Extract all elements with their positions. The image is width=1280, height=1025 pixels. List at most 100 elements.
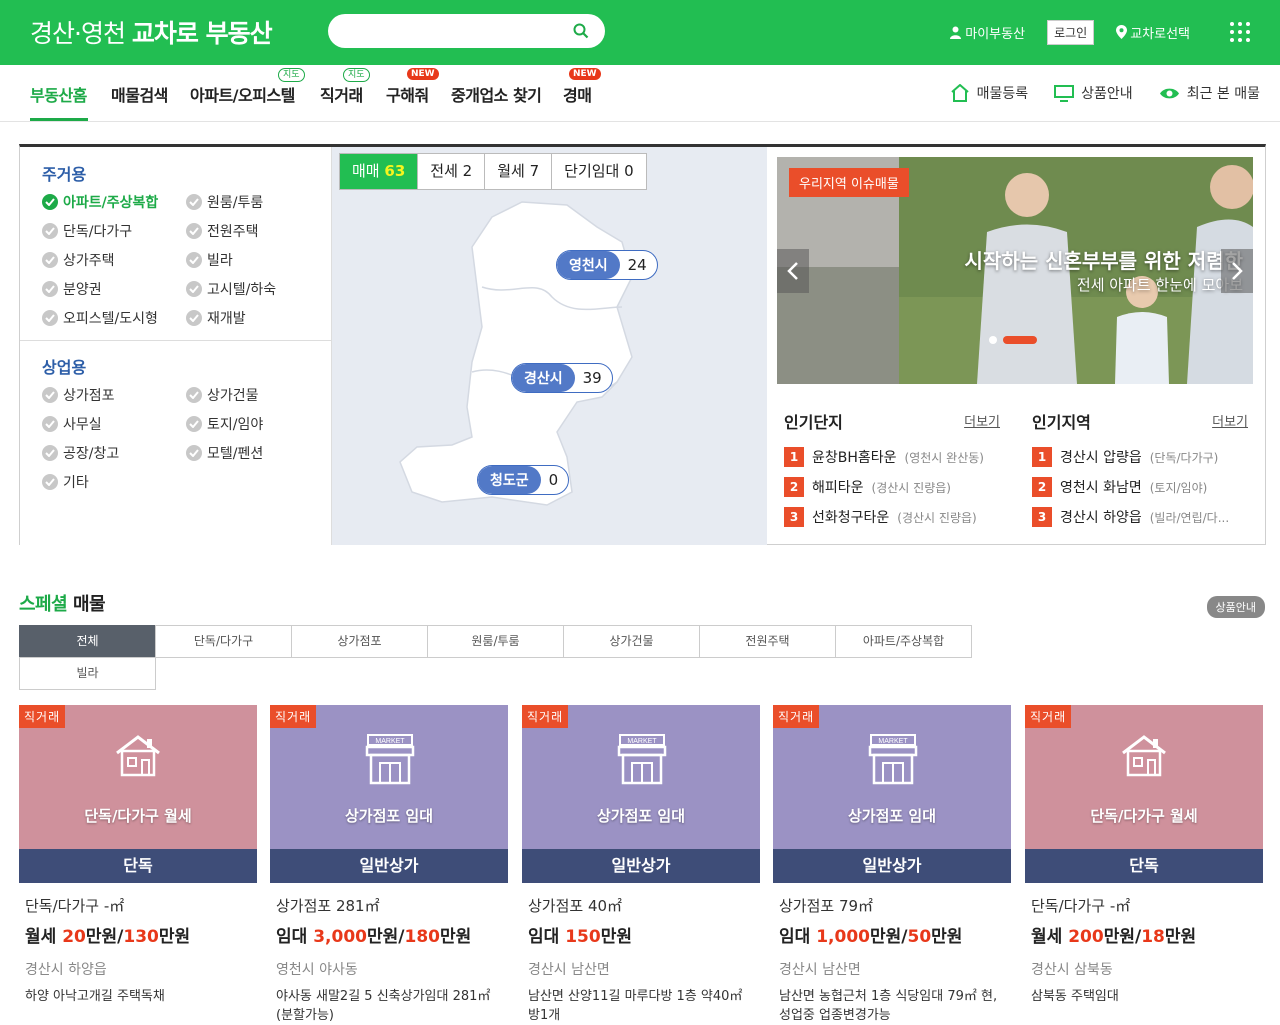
nav-apartment-officetel[interactable]: 아파트/오피스텔 [190, 82, 295, 106]
map-pin-cheongdo[interactable]: 청도군 0 [477, 465, 570, 495]
region-select-link[interactable]: 교차로선택 [1116, 23, 1190, 42]
popular-complex-item[interactable]: 1 윤창BH홈타운 (영천시 완산동) [784, 447, 984, 467]
listing-description[interactable]: 남산면 산양11길 마루다방 1층 약40㎡ 방1개 [528, 987, 754, 1025]
issue-banner[interactable]: 우리지역 이슈매물 시작하는 신혼부부를 위한 저렴한 전세 아파트 한눈에 모… [777, 157, 1253, 384]
check-icon [42, 223, 58, 239]
tab-monthly[interactable]: 월세 7 [485, 154, 553, 189]
listing-card[interactable]: 직거래 MARKET 상가점포 임대 일반상가 상가점포 40㎡ 임대 150만… [522, 705, 760, 1025]
listing-category-bar: 단독 [1025, 849, 1263, 883]
listing-card[interactable]: 직거래 MARKET 상가점포 임대 일반상가 상가점포 281㎡ 임대 3,0… [270, 705, 508, 1025]
popular-region-item[interactable]: 2 영천시 화남면 (토지/임야) [1032, 477, 1207, 497]
tab-sale[interactable]: 매매 63 [340, 154, 419, 189]
nav-direct-deal[interactable]: 직거래 [320, 82, 363, 106]
listing-image[interactable]: 직거래 MARKET 상가점포 임대 일반상가 [773, 705, 1011, 883]
tab-short-term[interactable]: 단기임대 0 [552, 154, 646, 189]
cat-shop[interactable]: 상가점포 [42, 385, 115, 405]
cat-motel[interactable]: 모텔/펜션 [186, 443, 263, 463]
main-nav: 부동산홈 매물검색 아파트/오피스텔 지도 직거래 지도 구해줘 NEW 중개업… [0, 65, 1280, 122]
product-info-button[interactable]: 상품안내 [1206, 596, 1265, 618]
listing-category-bar: 일반상가 [270, 849, 508, 883]
svg-text:MARKET: MARKET [627, 738, 657, 745]
all-menu-icon[interactable] [1230, 22, 1250, 42]
listing-image[interactable]: 직거래 MARKET 상가점포 임대 일반상가 [270, 705, 508, 883]
nav-find-agency[interactable]: 중개업소 찾기 [451, 82, 542, 106]
cat-detached[interactable]: 단독/다가구 [42, 221, 132, 241]
filter-oneroom[interactable]: 원룸/투룸 [427, 625, 564, 658]
slide-dot[interactable] [989, 336, 997, 344]
listing-card[interactable]: 직거래 MARKET 상가점포 임대 일반상가 상가점포 79㎡ 임대 1,00… [773, 705, 1011, 1025]
product-info-link[interactable]: 상품안내 [1054, 83, 1133, 103]
cat-office[interactable]: 사무실 [42, 414, 102, 434]
tab-jeonse[interactable]: 전세 2 [418, 154, 486, 189]
my-realty-link[interactable]: 마이부동산 [949, 23, 1025, 42]
site-logo[interactable]: 경산·영천 교차로 부동산 [30, 14, 273, 50]
monitor-icon [1054, 84, 1075, 102]
prev-arrow-icon[interactable] [777, 249, 809, 293]
listing-region: 경산시 남산면 [528, 962, 610, 978]
direct-deal-tag: 직거래 [270, 705, 317, 728]
listing-description[interactable]: 남산면 농협근처 1층 식당임대 79㎡ 현,성업중 업종변경가능 [779, 987, 1005, 1025]
listing-price[interactable]: 임대 1,000만원/50만원 [779, 922, 1005, 947]
residential-title: 주거용 [42, 165, 87, 184]
next-arrow-icon[interactable] [1221, 249, 1253, 293]
cat-villa[interactable]: 빌라 [186, 250, 233, 270]
popular-region-item[interactable]: 3 경산시 하양읍 (빌라/연립/다... [1032, 507, 1229, 527]
check-icon [42, 310, 58, 326]
popular-region-item[interactable]: 1 경산시 압량읍 (단독/다가구) [1032, 447, 1218, 467]
search-icon[interactable] [573, 23, 589, 39]
cat-presale[interactable]: 분양권 [42, 279, 102, 299]
listing-image[interactable]: 직거래 MARKET 상가점포 임대 일반상가 [522, 705, 760, 883]
nav-auction[interactable]: 경매 [563, 82, 592, 106]
popular-complex: 인기단지 더보기 1 윤창BH홈타운 (영천시 완산동) 2 해피타운 (경산시 진량읍… [784, 409, 1014, 527]
listing-price[interactable]: 임대 3,000만원/180만원 [276, 922, 502, 947]
filter-commercial-building[interactable]: 상가건물 [563, 625, 700, 658]
cat-officetel[interactable]: 오피스텔/도시형 [42, 308, 158, 328]
listing-card[interactable]: 직거래 단독/다가구 월세 단독 단독/다가구 -㎡ 월세 200만원/18만원… [1025, 705, 1263, 1006]
filter-country-house[interactable]: 전원주택 [699, 625, 836, 658]
nav-listing-search[interactable]: 매물검색 [111, 82, 168, 106]
listing-card[interactable]: 직거래 단독/다가구 월세 단독 단독/다가구 -㎡ 월세 20만원/130만원… [19, 705, 257, 1006]
popular-complex-more-link[interactable]: 더보기 [964, 411, 1000, 430]
slide-dot-active[interactable] [1003, 336, 1037, 344]
popular-complex-item[interactable]: 2 해피타운 (경산시 진량읍) [784, 477, 951, 497]
cat-land[interactable]: 토지/임야 [186, 414, 263, 434]
cat-goshitel[interactable]: 고시텔/하숙 [186, 279, 276, 299]
nav-find-for-me[interactable]: 구해줘 [386, 82, 429, 106]
divider [20, 340, 331, 341]
popular-region-more-link[interactable]: 더보기 [1212, 411, 1248, 430]
deal-type: 임대 [528, 927, 560, 947]
popular-complex-item[interactable]: 3 선화청구타운 (경산시 진량읍) [784, 507, 977, 527]
listing-image[interactable]: 직거래 단독/다가구 월세 단독 [1025, 705, 1263, 883]
cat-oneroom[interactable]: 원룸/투룸 [186, 192, 263, 212]
cat-shop-house[interactable]: 상가주택 [42, 250, 115, 270]
check-icon [42, 252, 58, 268]
nav-realty-home[interactable]: 부동산홈 [30, 82, 87, 106]
cat-commercial-building[interactable]: 상가건물 [186, 385, 259, 405]
recently-viewed-link[interactable]: 최근 본 매물 [1159, 83, 1260, 103]
cat-apartment[interactable]: 아파트/주상복합 [42, 192, 158, 212]
listing-description[interactable]: 하양 아낙고개길 주택독채 [25, 987, 251, 1006]
filter-apartment[interactable]: 아파트/주상복합 [835, 625, 972, 658]
check-icon [42, 281, 58, 297]
listing-image[interactable]: 직거래 단독/다가구 월세 단독 [19, 705, 257, 883]
map-pin-gyeongsan[interactable]: 경산시 39 [511, 363, 613, 393]
filter-all[interactable]: 전체 [19, 625, 156, 658]
filter-villa[interactable]: 빌라 [19, 657, 156, 690]
listing-price[interactable]: 월세 200만원/18만원 [1031, 922, 1257, 947]
listing-description[interactable]: 삼북동 주택임대 [1031, 987, 1257, 1006]
listing-price[interactable]: 임대 150만원 [528, 922, 754, 947]
cat-country-house[interactable]: 전원주택 [186, 221, 259, 241]
listing-price[interactable]: 월세 20만원/130만원 [25, 922, 251, 947]
cat-redevelopment[interactable]: 재개발 [186, 308, 246, 328]
eye-icon [1159, 88, 1179, 98]
search-input[interactable] [328, 14, 605, 48]
filter-detached[interactable]: 단독/다가구 [155, 625, 292, 658]
cat-factory[interactable]: 공장/창고 [42, 443, 119, 463]
map-pin-yeongcheon[interactable]: 영천시 24 [556, 250, 658, 280]
login-button[interactable]: 로그인 [1047, 19, 1095, 45]
listing-description[interactable]: 야사동 새말2길 5 신축상가임대 281㎡(분할가능) [276, 987, 502, 1025]
cat-etc[interactable]: 기타 [42, 472, 89, 492]
new-badge: NEW [407, 68, 439, 80]
filter-shop[interactable]: 상가점포 [291, 625, 428, 658]
register-listing-link[interactable]: 매물등록 [950, 83, 1028, 103]
